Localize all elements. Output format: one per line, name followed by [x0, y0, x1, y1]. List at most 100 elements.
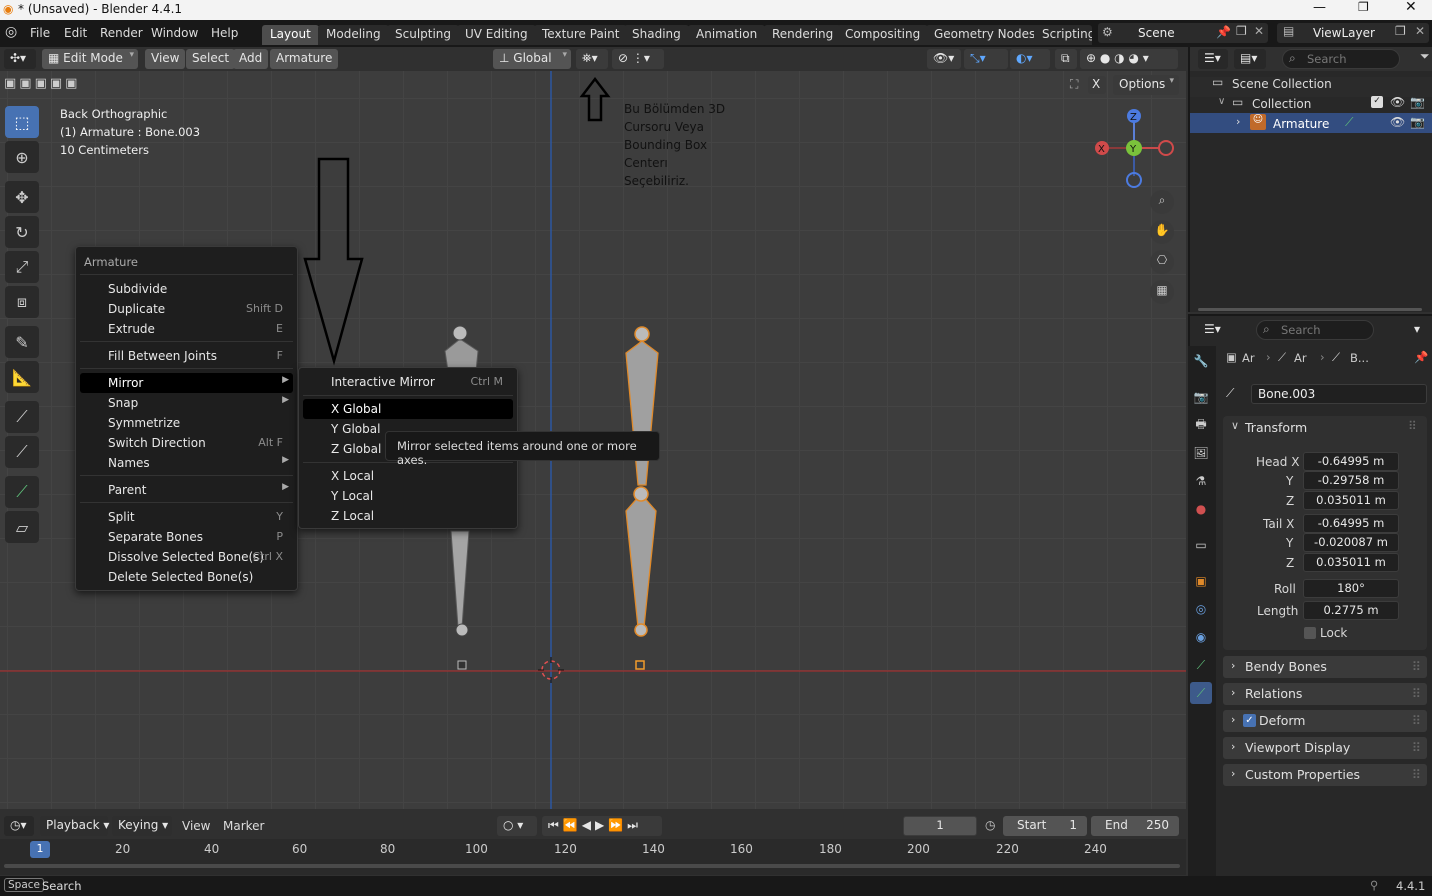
add-menu[interactable]: Add — [233, 49, 269, 69]
menu-edit[interactable]: Edit — [64, 26, 87, 40]
view-layer-tab-icon[interactable]: 🖼 — [1190, 442, 1212, 464]
world-tab-icon[interactable]: ● — [1190, 498, 1212, 520]
scene-collection-label[interactable]: Scene Collection — [1232, 77, 1332, 91]
current-frame-field[interactable]: 1 — [903, 816, 977, 836]
menu-item-z-local[interactable]: Z Local — [303, 506, 513, 526]
length-field[interactable]: 0.2775 m — [1303, 601, 1399, 620]
section-bendy-bones[interactable]: › Bendy Bones ⠿ — [1223, 656, 1427, 678]
close-icon[interactable]: ✕ — [1405, 0, 1417, 15]
section-custom-properties[interactable]: › Custom Properties ⠿ — [1223, 764, 1427, 786]
menu-item-duplicate[interactable]: Duplicate Shift D — [80, 299, 293, 319]
menu-window[interactable]: Window — [151, 26, 198, 40]
armature-data-tab-icon[interactable]: ⟋ — [1190, 654, 1212, 676]
roll-field[interactable]: 180° — [1303, 579, 1399, 598]
collection-tab-icon[interactable]: ▭ — [1190, 534, 1212, 556]
head-x-field[interactable]: -0.64995 m — [1303, 452, 1399, 471]
tab-sculpting[interactable]: Sculpting — [387, 25, 460, 45]
pivot-point-button[interactable]: ⛯▾ — [576, 49, 608, 69]
blender-menu-icon[interactable]: ◎ — [5, 24, 17, 40]
keying-menu[interactable]: Keying ▾ — [112, 816, 172, 836]
editor-type-button[interactable]: ✣▾ — [4, 49, 36, 69]
tab-geometry-nodes[interactable]: Geometry Nodes — [926, 25, 1044, 45]
xray-button[interactable]: ⧉ — [1055, 49, 1077, 69]
properties-search[interactable]: ⌕ Search — [1256, 320, 1374, 340]
head-y-field[interactable]: -0.29758 m — [1303, 471, 1399, 490]
menu-item-interactive-mirror[interactable]: Interactive Mirror Ctrl M — [303, 372, 513, 392]
start-frame-field[interactable]: Start 1 — [1003, 816, 1087, 836]
physics-tab-icon[interactable]: ◉ — [1190, 626, 1212, 648]
object-tab-icon[interactable]: ▣ — [1190, 570, 1212, 592]
timeline-scrollbar[interactable] — [4, 864, 1180, 868]
filter-icon[interactable]: ⏷ — [1420, 49, 1430, 64]
properties-editor-type[interactable]: ☰▾ — [1198, 320, 1228, 340]
menu-item-switch-direction[interactable]: Switch Direction Alt F — [80, 433, 293, 453]
tab-scripting[interactable]: Scripting — [1034, 25, 1092, 45]
timeline-editor-type[interactable]: ◷▾ — [4, 816, 34, 836]
menu-item-extrude[interactable]: Extrude E — [80, 319, 293, 339]
menu-item-names[interactable]: Names ▶ — [80, 453, 293, 473]
deform-checkbox[interactable]: ✓ — [1243, 714, 1256, 727]
select-menu[interactable]: Select — [186, 49, 236, 69]
tail-x-field[interactable]: -0.64995 m — [1303, 514, 1399, 533]
tail-y-field[interactable]: -0.020087 m — [1303, 533, 1399, 552]
collection-checkbox[interactable]: ✓ — [1371, 96, 1383, 108]
scene-selector[interactable]: ⚙ Scene 📌 ❐ ✕ — [1098, 23, 1268, 43]
camera-view-icon[interactable]: ⎔ — [1150, 250, 1174, 274]
pan-hand-icon[interactable]: ✋ — [1150, 220, 1174, 244]
frame-ruler[interactable]: 1 20 40 60 80 100 120 140 160 180 200 22… — [0, 841, 1186, 861]
outliner-scrollbar[interactable] — [1198, 308, 1422, 311]
snap-button[interactable]: ⊘ ⋮▾ — [612, 49, 664, 69]
collection-label[interactable]: Collection — [1252, 97, 1311, 111]
scene-tab-icon[interactable]: ⚗ — [1190, 470, 1212, 492]
playback-menu[interactable]: Playback ▾ — [40, 816, 109, 836]
remove-scene-icon[interactable]: ✕ — [1254, 24, 1264, 38]
view-menu[interactable]: View — [145, 49, 186, 69]
pin-icon[interactable]: 📌 — [1216, 25, 1231, 39]
auto-keying-button[interactable]: ○ ▾ — [497, 816, 537, 836]
new-view-layer-icon[interactable]: ❐ — [1395, 24, 1406, 38]
playhead[interactable]: 1 — [30, 841, 50, 858]
lock-checkbox[interactable] — [1304, 627, 1316, 639]
properties-options-button[interactable]: ▾ — [1408, 320, 1430, 340]
tail-z-field[interactable]: 0.035011 m — [1303, 553, 1399, 572]
render-tab-icon[interactable]: 📷 — [1190, 386, 1212, 408]
armature-eye-icon[interactable]: 👁 — [1390, 115, 1405, 129]
clock-icon[interactable]: ◷ — [985, 818, 995, 832]
menu-item-split[interactable]: Split Y — [80, 507, 293, 527]
armature-menu[interactable]: Armature — [270, 49, 339, 69]
menu-item-x-local[interactable]: X Local — [303, 466, 513, 486]
bone-003[interactable] — [625, 326, 659, 670]
collection-camera-icon[interactable]: 📷 — [1410, 95, 1425, 109]
tab-compositing[interactable]: Compositing — [837, 25, 929, 45]
head-z-field[interactable]: 0.035011 m — [1303, 491, 1399, 510]
shading-modes[interactable]: ⊕ ● ◑ ◕ ▾ — [1080, 49, 1178, 69]
menu-item-x-global[interactable]: X Global — [303, 399, 513, 419]
section-deform[interactable]: › ✓ Deform ⠿ — [1223, 710, 1427, 732]
outliner-editor-type[interactable]: ☰▾ — [1198, 49, 1228, 69]
outliner-search[interactable]: ⌕ Search — [1282, 49, 1400, 69]
timeline-marker-menu[interactable]: Marker — [223, 819, 264, 833]
tab-modeling[interactable]: Modeling — [318, 25, 389, 45]
pin-icon[interactable]: 📌 — [1414, 350, 1428, 364]
tab-uv-editing[interactable]: UV Editing — [457, 25, 536, 45]
tab-animation[interactable]: Animation — [688, 25, 766, 45]
tab-texture-paint[interactable]: Texture Paint — [534, 25, 628, 45]
end-frame-field[interactable]: End 250 — [1091, 816, 1179, 836]
section-relations[interactable]: › Relations ⠿ — [1223, 683, 1427, 705]
menu-item-subdivide[interactable]: Subdivide — [80, 279, 293, 299]
collection-eye-icon[interactable]: 👁 — [1390, 95, 1405, 109]
menu-item-symmetrize[interactable]: Symmetrize — [80, 413, 293, 433]
drag-handle-icon[interactable]: ⠿ — [1408, 419, 1417, 433]
mode-dropdown[interactable]: ▦ Edit Mode ▾ — [42, 49, 138, 69]
overlay-button[interactable]: ◐▾ — [1010, 49, 1050, 69]
section-viewport-display[interactable]: › Viewport Display ⠿ — [1223, 737, 1427, 759]
menu-help[interactable]: Help — [211, 26, 238, 40]
menu-render[interactable]: Render — [100, 26, 143, 40]
transform-title[interactable]: Transform — [1245, 420, 1307, 435]
remove-view-layer-icon[interactable]: ✕ — [1415, 24, 1425, 38]
visibility-button[interactable]: 👁▾ — [927, 49, 961, 69]
gizmo-button[interactable]: ⤡▾ — [964, 49, 1008, 69]
menu-item-separate-bones[interactable]: Separate Bones P — [80, 527, 293, 547]
armature-expand-icon[interactable]: › — [1236, 115, 1240, 128]
armature-camera-icon[interactable]: 📷 — [1410, 115, 1425, 129]
